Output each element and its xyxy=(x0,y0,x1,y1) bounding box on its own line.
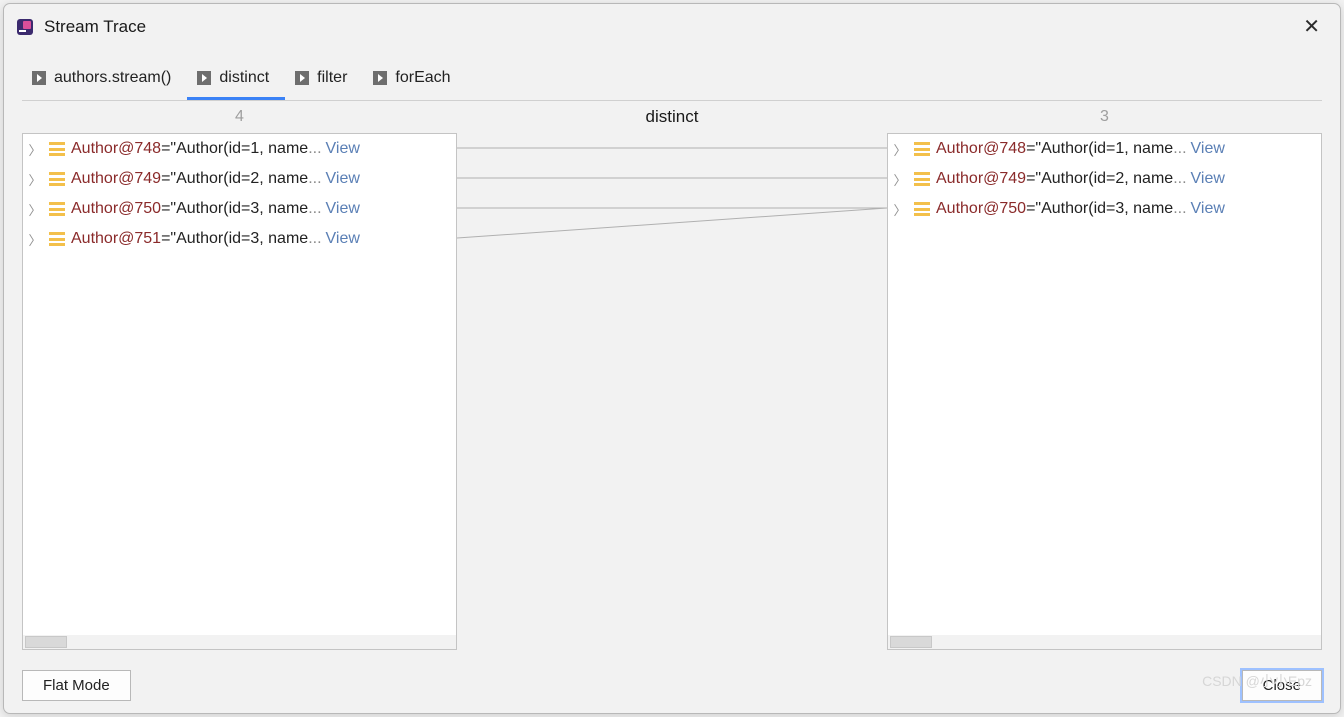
chevron-right-icon[interactable]: 〉 xyxy=(892,170,908,189)
object-icon xyxy=(49,142,65,156)
object-value: "Author(id=1, name xyxy=(170,140,308,158)
object-name: Author@748 xyxy=(71,140,161,158)
view-link[interactable]: View xyxy=(326,140,360,158)
close-button[interactable]: Close xyxy=(1242,670,1322,701)
list-item[interactable]: 〉Author@749 = "Author(id=2, name...View xyxy=(23,164,456,194)
object-value: "Author(id=2, name xyxy=(1035,170,1173,188)
chevron-right-icon[interactable]: 〉 xyxy=(27,230,43,249)
close-icon[interactable]: ✕ xyxy=(1295,10,1328,43)
play-icon xyxy=(32,71,46,85)
panels: 〉Author@748 = "Author(id=1, name...View〉… xyxy=(22,133,1322,662)
play-icon xyxy=(197,71,211,85)
list-item[interactable]: 〉Author@748 = "Author(id=1, name...View xyxy=(23,134,456,164)
operation-label: distinct xyxy=(457,107,887,127)
object-icon xyxy=(914,172,930,186)
object-name: Author@748 xyxy=(936,140,1026,158)
object-icon xyxy=(49,202,65,216)
list-item[interactable]: 〉Author@750 = "Author(id=3, name...View xyxy=(888,194,1321,224)
tab-distinct[interactable]: distinct xyxy=(187,63,285,100)
list-item[interactable]: 〉Author@751 = "Author(id=3, name...View xyxy=(23,224,456,254)
title-bar: Stream Trace ✕ xyxy=(4,4,1340,45)
chevron-right-icon[interactable]: 〉 xyxy=(892,200,908,219)
object-name: Author@749 xyxy=(936,170,1026,188)
object-name: Author@749 xyxy=(71,170,161,188)
object-value: "Author(id=3, name xyxy=(1035,200,1173,218)
tab-filter[interactable]: filter xyxy=(285,63,363,100)
view-link[interactable]: View xyxy=(326,170,360,188)
play-icon xyxy=(295,71,309,85)
object-icon xyxy=(914,202,930,216)
scrollbar-track[interactable] xyxy=(23,635,456,649)
list-item[interactable]: 〉Author@748 = "Author(id=1, name...View xyxy=(888,134,1321,164)
object-name: Author@751 xyxy=(71,230,161,248)
flat-mode-button[interactable]: Flat Mode xyxy=(22,670,131,701)
object-name: Author@750 xyxy=(71,200,161,218)
view-link[interactable]: View xyxy=(1191,200,1225,218)
left-count: 4 xyxy=(22,108,457,126)
right-count: 3 xyxy=(887,108,1322,126)
object-name: Author@750 xyxy=(936,200,1026,218)
object-value: "Author(id=2, name xyxy=(170,170,308,188)
app-icon xyxy=(16,18,34,36)
view-link[interactable]: View xyxy=(326,230,360,248)
chevron-right-icon[interactable]: 〉 xyxy=(892,140,908,159)
object-icon xyxy=(49,172,65,186)
scrollbar-track[interactable] xyxy=(888,635,1321,649)
scrollbar-thumb[interactable] xyxy=(25,636,67,648)
object-icon xyxy=(914,142,930,156)
list-item[interactable]: 〉Author@750 = "Author(id=3, name...View xyxy=(23,194,456,224)
tab-foreach[interactable]: forEach xyxy=(363,63,466,100)
connection-lines xyxy=(457,133,887,650)
object-value: "Author(id=3, name xyxy=(170,230,308,248)
count-row: 4 distinct 3 xyxy=(22,101,1322,133)
tab-authors-stream[interactable]: authors.stream() xyxy=(22,63,187,100)
chevron-right-icon[interactable]: 〉 xyxy=(27,170,43,189)
input-panel: 〉Author@748 = "Author(id=1, name...View〉… xyxy=(22,133,457,650)
object-value: "Author(id=3, name xyxy=(170,200,308,218)
content-area: 4 distinct 3 〉Author@748 = "Author(id=1,… xyxy=(22,101,1322,662)
play-icon xyxy=(373,71,387,85)
dialog-title: Stream Trace xyxy=(44,17,1295,37)
tabs-bar: authors.stream() distinct filter forEach xyxy=(22,63,1322,101)
object-value: "Author(id=1, name xyxy=(1035,140,1173,158)
output-panel: 〉Author@748 = "Author(id=1, name...View〉… xyxy=(887,133,1322,650)
chevron-right-icon[interactable]: 〉 xyxy=(27,140,43,159)
chevron-right-icon[interactable]: 〉 xyxy=(27,200,43,219)
view-link[interactable]: View xyxy=(1191,170,1225,188)
object-icon xyxy=(49,232,65,246)
footer: Flat Mode Close xyxy=(4,662,1340,713)
view-link[interactable]: View xyxy=(326,200,360,218)
stream-trace-dialog: Stream Trace ✕ authors.stream() distinct… xyxy=(3,3,1341,714)
view-link[interactable]: View xyxy=(1191,140,1225,158)
list-item[interactable]: 〉Author@749 = "Author(id=2, name...View xyxy=(888,164,1321,194)
scrollbar-thumb[interactable] xyxy=(890,636,932,648)
